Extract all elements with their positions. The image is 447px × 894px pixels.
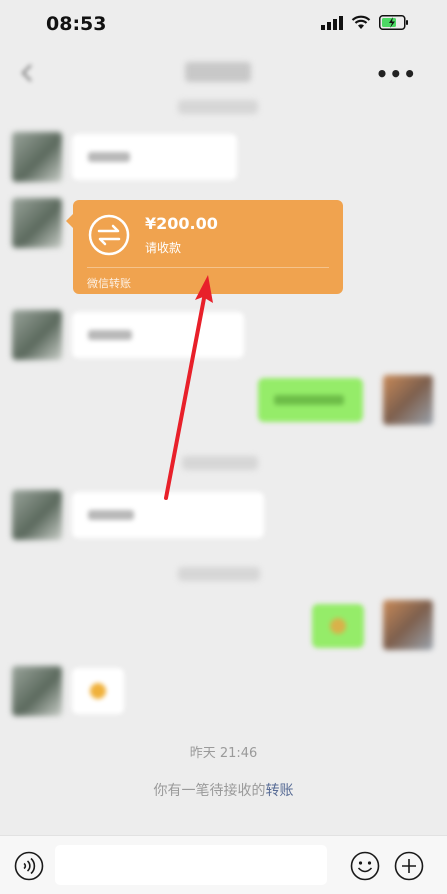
status-bar: 08:53 (0, 0, 447, 48)
nav-bar: ••• (0, 48, 447, 98)
battery-icon (379, 15, 408, 30)
transfer-divider (87, 267, 329, 268)
status-time: 08:53 (46, 13, 107, 35)
more-icon[interactable]: ••• (376, 62, 417, 86)
message-bubble-blurred[interactable] (72, 312, 244, 358)
status-icons (321, 15, 409, 30)
avatar[interactable] (12, 198, 62, 248)
voice-icon[interactable] (14, 851, 44, 881)
system-message-link[interactable]: 转账 (266, 783, 294, 799)
message-bubble-blurred[interactable] (72, 134, 237, 180)
back-icon[interactable] (18, 62, 38, 84)
message-input[interactable] (55, 845, 327, 885)
timestamp-blurred (178, 100, 258, 114)
input-bar (0, 835, 447, 894)
wifi-icon (351, 15, 371, 29)
plus-icon[interactable] (394, 851, 424, 881)
avatar[interactable] (12, 666, 62, 716)
message-bubble-blurred[interactable] (72, 492, 264, 538)
chat-title-blurred (185, 62, 251, 82)
timestamp-blurred (182, 456, 258, 470)
avatar[interactable] (383, 600, 433, 650)
system-message-text: 你有一笔待接收的 (153, 783, 266, 799)
transfer-amount: ¥200.00 (145, 214, 218, 233)
message-bubble-blurred[interactable] (312, 604, 364, 648)
message-bubble-blurred[interactable] (258, 378, 363, 422)
timestamp-blurred (178, 567, 260, 581)
emoji-icon[interactable] (350, 851, 380, 881)
avatar[interactable] (12, 132, 62, 182)
signal-icon (321, 15, 343, 30)
avatar[interactable] (383, 375, 433, 425)
transfer-card[interactable]: ¥200.00 请收款 微信转账 (66, 200, 343, 294)
timestamp: 昨天 21:46 (189, 746, 258, 761)
avatar[interactable] (12, 490, 62, 540)
transfer-exchange-icon (88, 214, 130, 256)
transfer-status: 请收款 (145, 241, 182, 255)
avatar[interactable] (12, 310, 62, 360)
message-bubble-blurred[interactable] (72, 668, 124, 714)
transfer-footer: 微信转账 (87, 277, 131, 290)
system-message: 你有一笔待接收的转账 (0, 780, 447, 800)
